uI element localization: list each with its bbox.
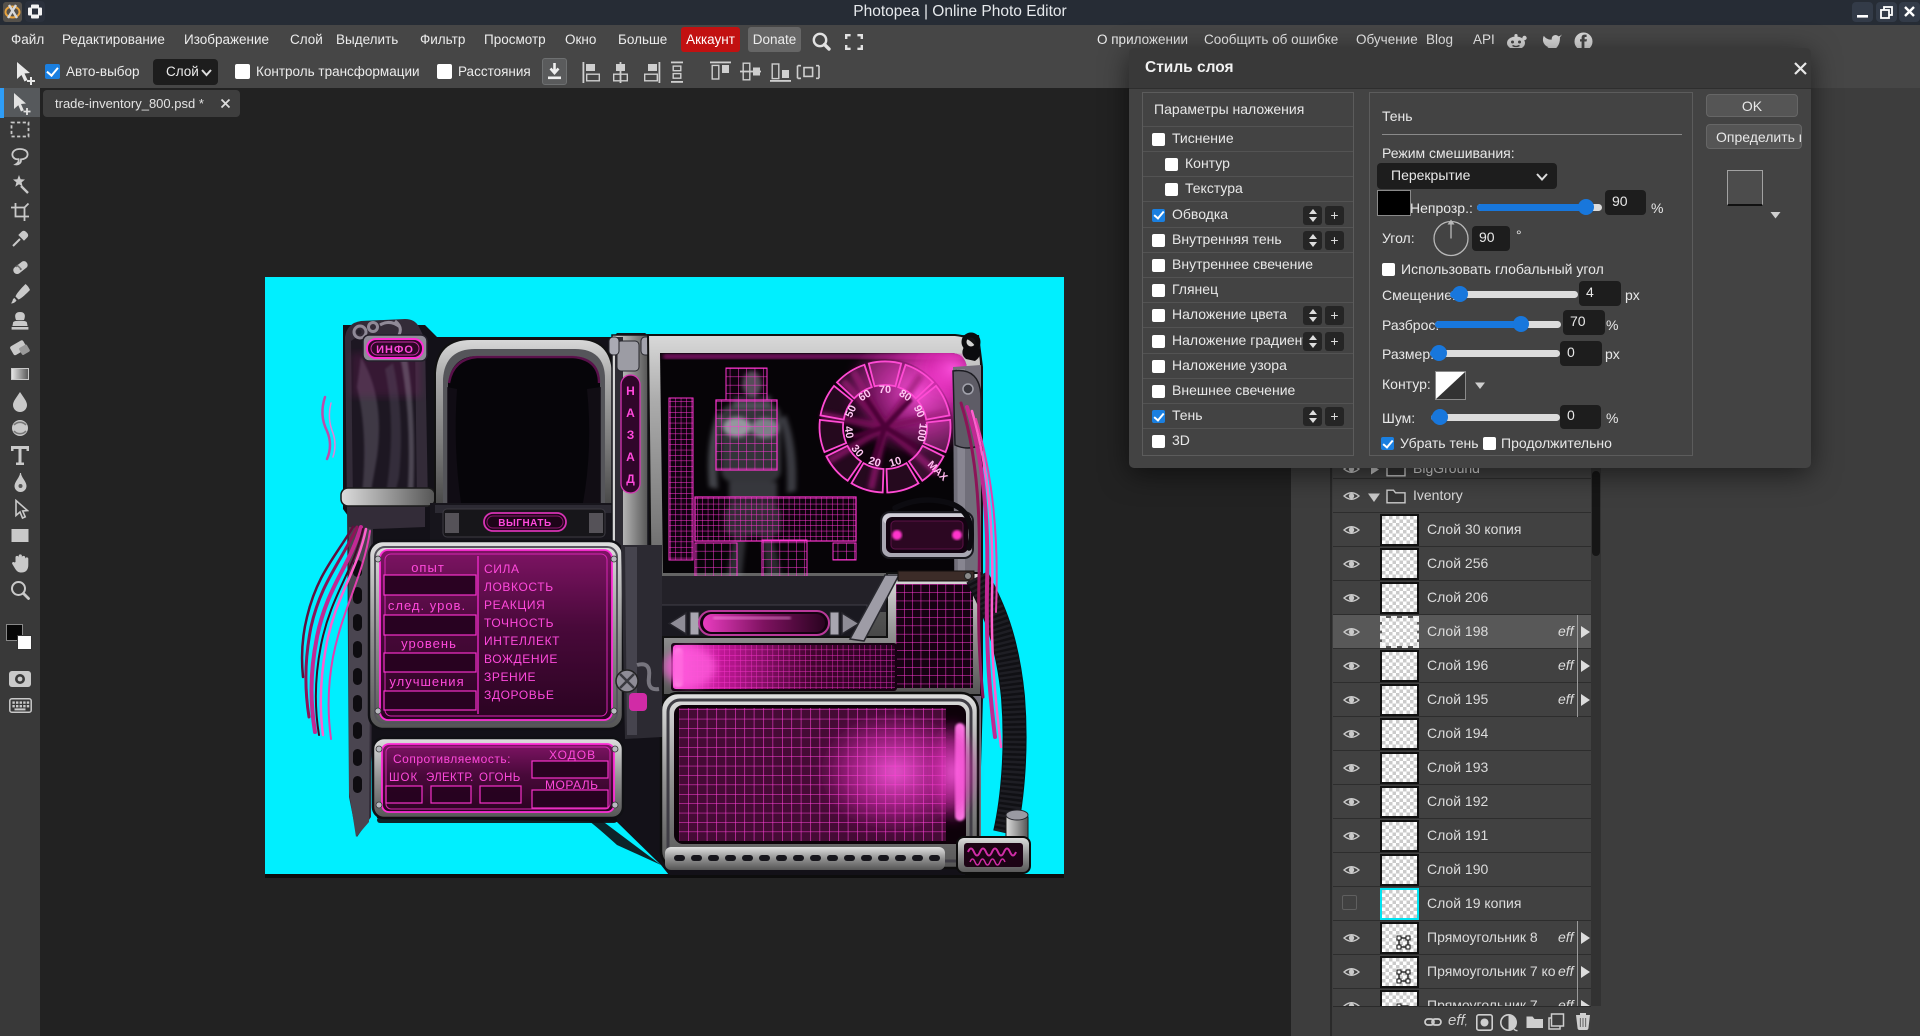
svg-text:ХОДОВ: ХОДОВ (549, 748, 596, 762)
svg-text:след. уров.: след. уров. (388, 598, 466, 613)
svg-text:40: 40 (842, 425, 856, 439)
svg-text:А: А (626, 450, 635, 464)
svg-text:улучшения: улучшения (389, 674, 464, 689)
svg-text:ШОК: ШОК (389, 772, 418, 784)
svg-text:СИЛА: СИЛА (484, 562, 520, 576)
svg-text:Д: Д (626, 472, 635, 486)
svg-text:ВЫГНАТЬ: ВЫГНАТЬ (498, 518, 551, 529)
svg-text:ВОЖДЕНИЕ: ВОЖДЕНИЕ (484, 652, 558, 666)
svg-text:ОГОНЬ: ОГОНЬ (479, 772, 521, 784)
svg-text:уровень: уровень (401, 636, 457, 651)
svg-text:70: 70 (879, 384, 891, 396)
svg-text:ЭЛЕКТР.: ЭЛЕКТР. (426, 772, 474, 784)
svg-text:Н: Н (626, 384, 635, 398)
svg-text:Сопротивляемость:: Сопротивляемость: (393, 752, 511, 766)
svg-text:ИНТЕЛЛЕКТ: ИНТЕЛЛЕКТ (484, 634, 560, 648)
svg-text:ТОЧНОСТЬ: ТОЧНОСТЬ (484, 616, 554, 630)
svg-text:опыт: опыт (411, 560, 445, 575)
svg-text:ЗРЕНИЕ: ЗРЕНИЕ (484, 670, 536, 684)
svg-text:ЛОВКОСТЬ: ЛОВКОСТЬ (484, 580, 554, 594)
svg-text:З: З (627, 428, 635, 442)
svg-text:ИНФО: ИНФО (376, 344, 414, 356)
svg-text:РЕАКЦИЯ: РЕАКЦИЯ (484, 598, 545, 612)
svg-text:ЗДОРОВЬЕ: ЗДОРОВЬЕ (484, 688, 554, 702)
svg-text:А: А (626, 406, 635, 420)
